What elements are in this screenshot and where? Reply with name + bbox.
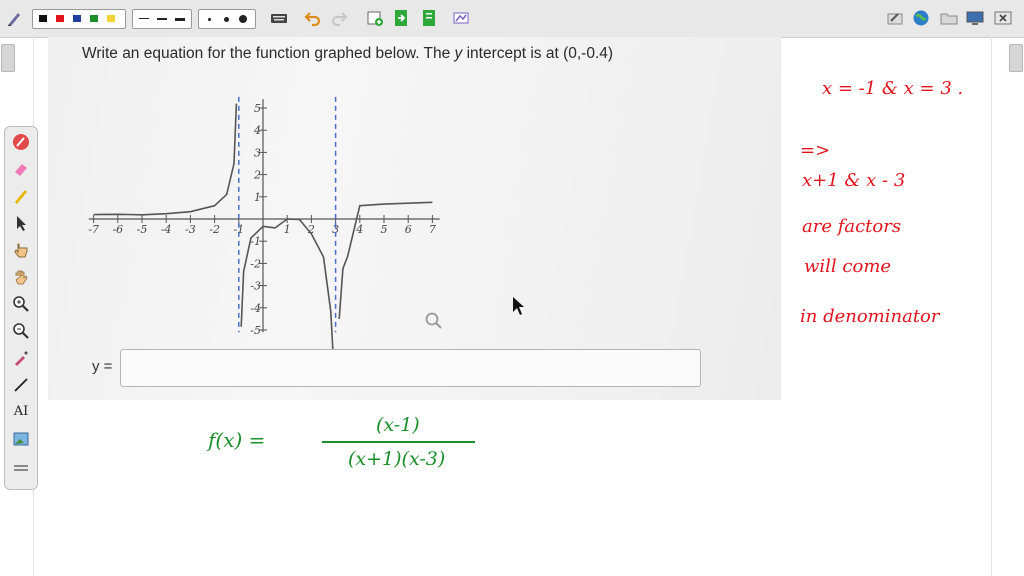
highlighter-icon[interactable] xyxy=(12,187,30,205)
y-tick-label: 5 xyxy=(254,102,261,115)
x-tick-label: -5 xyxy=(137,223,148,236)
more-icon[interactable] xyxy=(12,459,30,477)
top-toolbar xyxy=(0,0,1024,38)
x-tick-label: 5 xyxy=(381,223,388,236)
line-thin-button[interactable] xyxy=(139,18,149,19)
solution-numerator: (x-1) xyxy=(376,414,420,436)
hand-pointer-icon[interactable] xyxy=(12,241,30,259)
keyboard-icon[interactable] xyxy=(270,9,288,27)
problem-photo: Write an equation for the function graph… xyxy=(48,37,781,400)
screenshot-icon[interactable] xyxy=(452,9,470,27)
x-tick-label: 1 xyxy=(284,223,291,236)
dot-large-button[interactable] xyxy=(239,15,247,23)
note-are-factors: are factors xyxy=(802,216,902,237)
undo-icon[interactable] xyxy=(304,9,322,27)
x-tick-label: -6 xyxy=(112,223,123,236)
dot-medium-button[interactable] xyxy=(224,17,229,22)
answer-input[interactable] xyxy=(120,349,701,387)
note-will-come: will come xyxy=(804,256,892,277)
answer-label: y = xyxy=(92,358,113,375)
x-tick-label: -3 xyxy=(185,223,196,236)
eraser-icon[interactable] xyxy=(12,160,30,178)
y-tick-label: 4 xyxy=(253,124,261,137)
pen-icon[interactable] xyxy=(12,133,30,151)
line-medium-button[interactable] xyxy=(157,18,167,20)
color-swatch-yellow[interactable] xyxy=(107,15,115,22)
zoom-out-icon[interactable] xyxy=(12,322,30,340)
page-right-edge xyxy=(991,37,992,576)
note-denominator: in denominator xyxy=(800,306,940,327)
curve-branch-1 xyxy=(93,103,238,216)
left-scroll-handle[interactable] xyxy=(1,44,15,72)
color-swatch-black[interactable] xyxy=(39,15,47,22)
x-tick-label: 7 xyxy=(429,223,436,236)
color-swatch-green[interactable] xyxy=(90,15,98,22)
color-swatch-red[interactable] xyxy=(56,15,64,22)
close-icon[interactable] xyxy=(994,9,1012,27)
y-tick-label: 2 xyxy=(253,169,261,182)
folder-icon[interactable] xyxy=(940,9,958,27)
next-page-icon[interactable] xyxy=(392,9,410,27)
text-tool[interactable]: AI xyxy=(12,403,30,421)
mouse-cursor-icon xyxy=(513,297,524,315)
curve-branch-3 xyxy=(338,201,433,319)
y-tick-label: -4 xyxy=(250,302,261,315)
pointer-icon[interactable] xyxy=(12,214,30,232)
monitor-icon[interactable] xyxy=(966,9,984,27)
tool-palette: AI xyxy=(4,126,38,490)
pen-icon[interactable] xyxy=(6,9,24,27)
note-factors: x+1 & x - 3 xyxy=(802,170,906,191)
solution-lhs: f(x) = xyxy=(208,428,266,452)
y-tick-label: -5 xyxy=(250,324,261,337)
line-thick-button[interactable] xyxy=(175,18,185,21)
y-tick-label: 1 xyxy=(254,191,261,204)
zoom-in-icon[interactable] xyxy=(12,295,30,313)
fraction-bar xyxy=(322,441,475,443)
line-icon[interactable] xyxy=(12,376,30,394)
search-icon[interactable] xyxy=(424,311,444,331)
x-tick-label: 6 xyxy=(405,223,412,236)
x-tick-label: 4 xyxy=(355,223,363,236)
page-icon[interactable] xyxy=(420,9,438,27)
image-icon[interactable] xyxy=(12,430,30,448)
y-tick-label: 3 xyxy=(254,146,261,159)
note-asymptotes: x = -1 & x = 3 . xyxy=(822,78,964,99)
x-tick-label: -7 xyxy=(88,223,99,236)
y-tick-label: -3 xyxy=(250,280,261,293)
redo-icon[interactable] xyxy=(330,9,348,27)
line-style-group xyxy=(132,9,192,29)
edit-icon[interactable] xyxy=(886,9,904,27)
hand-icon[interactable] xyxy=(12,268,30,286)
dot-size-group xyxy=(198,9,256,29)
dot-small-button[interactable] xyxy=(208,18,211,21)
y-tick-label: -2 xyxy=(250,257,261,270)
solution-denominator: (x+1)(x-3) xyxy=(348,448,446,470)
x-tick-label: -2 xyxy=(209,223,220,236)
color-palette xyxy=(32,9,126,29)
globe-icon[interactable] xyxy=(912,9,930,27)
function-graph: -7 -6 -5 -4 -3 -2 -1 1 2 3 4 5 6 7-5-4-3-2-112345 xyxy=(88,96,440,357)
new-page-icon[interactable] xyxy=(366,9,384,27)
color-swatch-blue[interactable] xyxy=(73,15,81,22)
note-arrow: => xyxy=(800,140,831,161)
x-tick-label: -4 xyxy=(161,223,172,236)
dropper-icon[interactable] xyxy=(12,349,30,367)
right-scroll-handle[interactable] xyxy=(1009,44,1023,72)
